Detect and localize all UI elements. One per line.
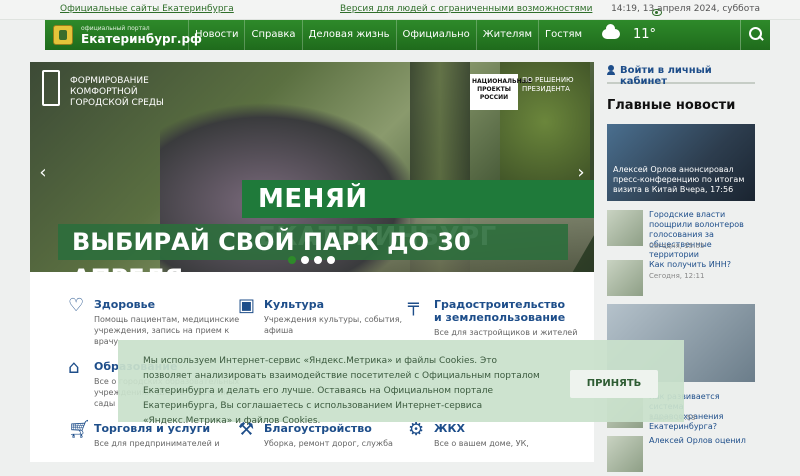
slider-dot[interactable]	[288, 256, 296, 264]
news-featured-date: Вчера, 17:56	[679, 185, 734, 194]
film-icon: ▣	[238, 295, 256, 316]
nav-menu: Новости Справка Деловая жизнь Официально…	[188, 20, 588, 50]
national-projects-badge: НАЦИОНАЛЬНЫЕ ПРОЕКТЫ РОССИИ	[470, 74, 532, 110]
project-logo-icon	[42, 70, 60, 106]
news-thumbnail[interactable]	[607, 436, 643, 472]
category-desc: Все о вашем доме, УК,	[434, 439, 529, 448]
news-item[interactable]: Городские власти поощрили волонтеров гол…	[607, 210, 755, 259]
category-desc: Учреждения культуры, события, афиша	[264, 315, 403, 335]
cookie-message: Мы используем Интернет-сервис «Яндекс.Ме…	[143, 356, 540, 426]
cart-icon: 🛒︎	[68, 419, 91, 440]
news-item[interactable]: Алексей Орлов оценил	[607, 436, 755, 476]
nav-item-info[interactable]: Справка	[244, 20, 301, 50]
category-title[interactable]: Культура	[264, 298, 404, 311]
accessibility-version-link[interactable]: Версия для людей с ограниченными возможн…	[326, 4, 662, 16]
slider-dot[interactable]	[301, 256, 309, 264]
official-sites-link[interactable]: Официальные сайты Екатеринбурга	[60, 4, 234, 14]
portal-name[interactable]: Екатеринбург.рф	[81, 32, 202, 46]
slider-prev-icon[interactable]: ‹	[36, 162, 50, 183]
category-title[interactable]: Градостроительство и землепользование	[434, 298, 574, 324]
national-projects-note: ПО РЕШЕНИЮ ПРЕЗИДЕНТА	[522, 76, 574, 93]
search-icon[interactable]	[740, 20, 770, 50]
portal-subtitle: официальный портал	[81, 25, 150, 32]
banner-headline-secondary: ВЫБИРАЙ СВОЙ ПАРК ДО 30 АПРЕЛЯ	[58, 224, 568, 272]
nav-item-residents[interactable]: Жителям	[475, 20, 538, 50]
heart-icon: ♡	[68, 295, 85, 316]
news-thumbnail[interactable]	[607, 210, 643, 246]
news-heading: Главные новости	[607, 98, 736, 113]
news-item-title[interactable]: Городские власти поощрили волонтеров гол…	[649, 210, 755, 260]
banner-headline: МЕНЯЙ ЕКАТЕРИНБУРГ	[242, 180, 594, 252]
cookie-banner: Мы используем Интернет-сервис «Яндекс.Ме…	[118, 340, 684, 426]
banner-slider[interactable]: Формирование комфортной городской среды …	[30, 62, 594, 272]
building-icon: ⌂	[68, 357, 80, 378]
news-featured-text[interactable]: Алексей Орлов анонсировал пресс-конферен…	[613, 165, 749, 195]
nav-item-official[interactable]: Официально	[395, 20, 476, 50]
cloud-icon	[602, 24, 620, 39]
category-title[interactable]: Здоровье	[94, 298, 234, 311]
nav-item-guests[interactable]: Гостям	[538, 20, 588, 50]
news-featured[interactable]: Алексей Орлов анонсировал пресс-конферен…	[607, 124, 755, 201]
top-bar: Официальные сайты Екатеринбурга Версия д…	[0, 0, 800, 20]
crane-icon: ╤	[408, 295, 419, 316]
main-navbar: официальный портал Екатеринбург.рф Новос…	[45, 20, 770, 50]
banner-subtitle: Формирование комфортной городской среды	[70, 76, 164, 108]
news-item-date: Сегодня, 15:05	[649, 242, 705, 250]
slider-dot[interactable]	[314, 256, 322, 264]
current-datetime: 14:19, 13 апреля 2024, суббота	[611, 4, 760, 14]
news-item-title[interactable]: Алексей Орлов оценил	[649, 436, 755, 446]
city-emblem-logo[interactable]	[53, 25, 73, 45]
weather-widget[interactable]: 11°	[602, 24, 656, 42]
news-item[interactable]: Как получить ИНН? Сегодня, 12:11	[607, 260, 755, 300]
news-item-title[interactable]: Как получить ИНН?	[649, 260, 755, 270]
category-desc: Все для предпринимателей и	[94, 439, 220, 448]
slider-dots	[288, 256, 335, 264]
nav-item-news[interactable]: Новости	[188, 20, 244, 50]
category-desc: Все для застройщиков и жителей	[434, 328, 578, 337]
nav-item-business[interactable]: Деловая жизнь	[301, 20, 396, 50]
slider-next-icon[interactable]: ›	[574, 162, 588, 183]
login-link[interactable]: Войти в личный кабинет	[607, 60, 755, 87]
user-icon	[607, 65, 615, 75]
slider-dot[interactable]	[327, 256, 335, 264]
category-desc: Уборка, ремонт дорог, служба	[264, 439, 393, 448]
news-item-date: Сегодня, 12:11	[649, 272, 705, 280]
accept-cookies-button[interactable]: ПРИНЯТЬ	[570, 370, 658, 398]
news-thumbnail[interactable]	[607, 260, 643, 296]
